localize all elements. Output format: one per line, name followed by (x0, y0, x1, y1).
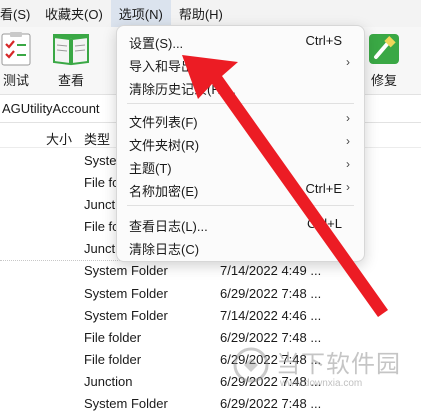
test-button[interactable]: 测试 (0, 31, 34, 89)
repair-brush-icon (366, 31, 402, 67)
row-type: File fo (84, 175, 120, 190)
menu-item-label: 名称加密(E) (129, 184, 199, 199)
test-button-label: 测试 (2, 73, 29, 88)
menu-item-label: 文件夹树(R) (129, 138, 200, 153)
row-date: 6/29/2022 7:48 ... (220, 286, 322, 301)
menu-item-theme[interactable]: 主题(T) › (117, 154, 364, 177)
chevron-right-icon: › (346, 111, 350, 125)
view-button-label: 查看 (57, 73, 84, 88)
menu-item-label: 文件列表(F) (129, 115, 198, 130)
repair-button-label: 修复 (370, 73, 397, 88)
chevron-right-icon: › (346, 55, 350, 69)
menu-item-settings[interactable]: 设置(S)... Ctrl+S (117, 29, 364, 52)
table-row[interactable]: System Folder 6/29/2022 7:48 ... (0, 283, 421, 305)
menu-favorites[interactable]: 收藏夹(O) (37, 0, 111, 27)
table-row[interactable]: System Folder 7/14/2022 4:49 ... (0, 260, 421, 282)
row-type: System Folder (84, 308, 168, 323)
row-type: File folder (84, 352, 142, 367)
menu-item-label: 设置(S)... (129, 36, 184, 51)
options-menu: 设置(S)... Ctrl+S 导入和导出(I) › 清除历史记录(H)... … (116, 25, 365, 262)
site-logo-icon (233, 347, 269, 383)
path-text: AGUtilityAccount (2, 101, 100, 116)
menu-item-shortcut: Ctrl+S (305, 33, 342, 48)
watermark-url: www.downxia.com (280, 378, 363, 389)
menu-item-label: 清除日志(C) (129, 242, 200, 257)
row-type: Junction (84, 374, 133, 389)
menu-item-shortcut: Ctrl+L (306, 216, 342, 231)
menu-item-label: 导入和导出(I) (129, 59, 207, 74)
menu-options[interactable]: 选项(N) (110, 0, 171, 27)
watermark-site: 当下软件园 (276, 350, 401, 378)
row-type: Juncti (84, 241, 118, 256)
menu-item-file-list[interactable]: 文件列表(F) › (117, 108, 364, 131)
menu-separator (127, 205, 354, 206)
menu-item-view-log[interactable]: 查看日志(L)... Ctrl+L (117, 212, 364, 235)
row-type: System Folder (84, 286, 168, 301)
menu-item-shortcut: Ctrl+E (305, 181, 342, 196)
repair-button[interactable]: 修复 (366, 31, 402, 89)
row-date: 7/14/2022 4:49 ... (220, 263, 322, 278)
column-size[interactable]: 大小 (46, 129, 72, 148)
menu-item-label: 主题(T) (129, 161, 172, 176)
test-checklist-icon (0, 31, 34, 67)
chevron-right-icon: › (346, 134, 350, 148)
menu-item-label: 查看日志(L)... (129, 219, 208, 234)
menu-view[interactable]: 看(S) (0, 0, 37, 27)
menu-item-clear-history[interactable]: 清除历史记录(H)... (117, 75, 364, 98)
menu-separator (127, 103, 354, 104)
row-type: System Folder (84, 396, 168, 411)
menu-item-label: 清除历史记录(H)... (129, 82, 236, 97)
row-type: Syste (84, 153, 117, 168)
row-type: System Folder (84, 263, 168, 278)
menu-item-clear-log[interactable]: 清除日志(C) (117, 235, 364, 258)
chevron-right-icon: › (346, 180, 350, 194)
menu-help[interactable]: 帮助(H) (171, 0, 231, 27)
menu-item-folder-tree[interactable]: 文件夹树(R) › (117, 131, 364, 154)
column-type[interactable]: 类型 (84, 129, 110, 148)
row-type: File folder (84, 330, 142, 345)
row-type: File fo (84, 219, 120, 234)
watermark: 当下软件园 www.downxia.com (232, 340, 417, 402)
menu-item-name-encryption[interactable]: 名称加密(E) Ctrl+E › (117, 177, 364, 200)
table-row[interactable]: System Folder 7/14/2022 4:46 ... (0, 305, 421, 327)
menu-item-import-export[interactable]: 导入和导出(I) › (117, 52, 364, 75)
row-date: 7/14/2022 4:46 ... (220, 308, 322, 323)
view-button[interactable]: 查看 (50, 31, 92, 89)
chevron-right-icon: › (346, 157, 350, 171)
open-book-icon (51, 31, 91, 67)
menu-bar: 看(S) 收藏夹(O) 选项(N) 帮助(H) (0, 0, 421, 27)
